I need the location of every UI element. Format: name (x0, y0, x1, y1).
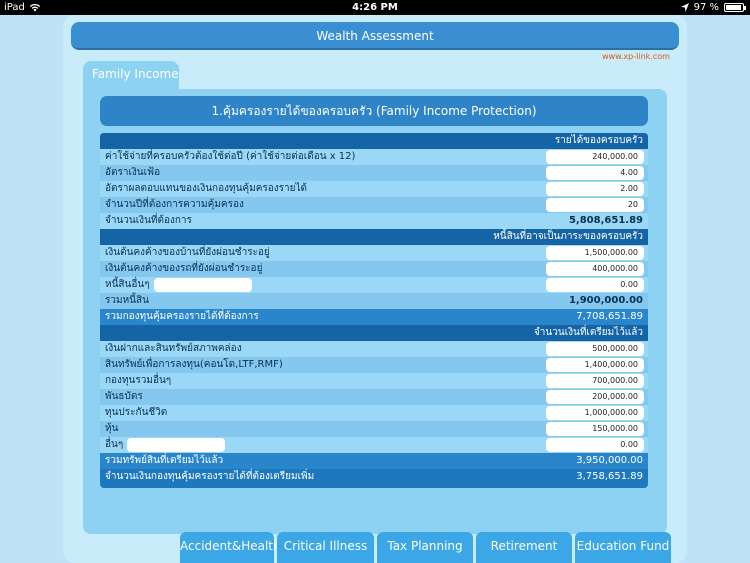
status-bar: iPad 4:26 PM 97 % (0, 0, 750, 15)
table-row: จำนวนปีที่ต้องการความคุ้มครอง 20 (100, 197, 648, 213)
house-loan-input[interactable]: 1,500,000.00 (546, 246, 644, 260)
table-row: สินทรัพย์เพื่อการลงทุน(คอนโด,LTF,RMF) 1,4… (100, 357, 648, 373)
site-link[interactable]: www.xp-link.com (602, 52, 670, 61)
row-label: กองทุนรวมอื่นๆ (105, 375, 172, 386)
row-label: หุ้น (105, 423, 119, 434)
row-label: อัตราผลตอบแทนของเงินกองทุนคุ้มครองรายได้ (105, 183, 308, 194)
investments-input[interactable]: 1,400,000.00 (546, 358, 644, 372)
total-fund-needed-amount: 7,708,651.89 (576, 311, 643, 322)
life-insurance-input[interactable]: 1,000,000.00 (546, 406, 644, 420)
years-input[interactable]: 20 (546, 198, 644, 212)
additional-needed-amount: 3,758,651.89 (576, 471, 643, 482)
section-header-prepared: จำนวนเงินที่เตรียมไว้แล้ว (100, 325, 648, 341)
status-time: 4:26 PM (352, 2, 398, 13)
total-debt-amount: 1,900,000.00 (568, 295, 643, 306)
table-row: จำนวนเงินกองทุนคุ้มครองรายได้ที่ต้องเตรี… (100, 469, 648, 485)
table-row: จำนวนเงินที่ต้องการ 5,808,651.89 (100, 213, 648, 229)
row-label: รวมกองทุนคุ้มครองรายได้ที่ต้องการ (105, 311, 259, 322)
table-row: หนี้สินอื่นๆ 0.00 (100, 277, 648, 293)
row-label: ทุนประกันชีวิต (105, 407, 168, 418)
inflation-input[interactable]: 4.00 (546, 166, 644, 180)
battery-percent: 97 % (693, 2, 719, 13)
other-debt-input[interactable]: 0.00 (546, 278, 644, 292)
other-debt-name-input[interactable] (153, 278, 252, 292)
row-label: ค่าใช้จ่ายที่ครอบครัวต้องใช้ต่อปี (ค่าใช… (105, 151, 356, 162)
app-title: Wealth Assessment (71, 22, 679, 50)
others-label: อื่นๆ (105, 439, 124, 450)
table-row: อัตราเงินเฟ้อ 4.00 (100, 165, 648, 181)
table-row: เงินต้นคงค้างของบ้านที่ยังผ่อนชำระอยู่ 1,… (100, 245, 648, 261)
other-funds-input[interactable]: 700,000.00 (546, 374, 644, 388)
section-title: รายได้ของครอบครัว (554, 135, 643, 146)
tab-family-income[interactable]: Family Income (83, 61, 179, 89)
row-label: อัตราเงินเฟ้อ (105, 167, 161, 178)
return-rate-input[interactable]: 2.00 (546, 182, 644, 196)
table-row: กองทุนรวมอื่นๆ 700,000.00 (100, 373, 648, 389)
tab-tax-planning[interactable]: Tax Planning (377, 532, 473, 563)
row-label: เงินฝากและสินทรัพย์สภาพคล่อง (105, 343, 242, 354)
tab-accident-health[interactable]: Accident&Health (180, 532, 281, 563)
section-title: หนี้สินที่อาจเป็นภาระของครอบครัว (493, 231, 643, 242)
annual-expense-input[interactable]: 240,000.00 (546, 150, 644, 164)
table-row: รวมหนี้สิน 1,900,000.00 (100, 293, 648, 309)
table-row: ค่าใช้จ่ายที่ครอบครัวต้องใช้ต่อปี (ค่าใช… (100, 149, 648, 165)
table-row: รวมทรัพย์สินที่เตรียมไว้แล้ว 3,950,000.00 (100, 453, 648, 469)
row-label: สินทรัพย์เพื่อการลงทุน(คอนโด,LTF,RMF) (105, 359, 283, 370)
battery-icon (724, 3, 746, 12)
tab-education-fund[interactable]: Education Fund (575, 532, 671, 563)
row-label: พันธบัตร (105, 391, 143, 402)
total-assets-amount: 3,950,000.00 (576, 455, 643, 466)
deposits-input[interactable]: 500,000.00 (546, 342, 644, 356)
status-right: 97 % (680, 1, 746, 14)
table-row: เงินฝากและสินทรัพย์สภาพคล่อง 500,000.00 (100, 341, 648, 357)
location-arrow-icon (680, 3, 689, 12)
tab-retirement-fund[interactable]: Retirement Fund (476, 532, 572, 563)
income-protection-table: รายได้ของครอบครัว ค่าใช้จ่ายที่ครอบครัวต… (100, 133, 648, 488)
table-row: ทุนประกันชีวิต 1,000,000.00 (100, 405, 648, 421)
table-row: พันธบัตร 200,000.00 (100, 389, 648, 405)
table-row: รวมกองทุนคุ้มครองรายได้ที่ต้องการ 7,708,6… (100, 309, 648, 325)
row-label: จำนวนปีที่ต้องการความคุ้มครอง (105, 199, 244, 210)
row-label: จำนวนเงินที่ต้องการ (105, 215, 192, 226)
row-label: เงินต้นคงค้างของบ้านที่ยังผ่อนชำระอยู่ (105, 247, 270, 258)
row-label: หนี้สินอื่นๆ (105, 277, 252, 293)
bottom-tab-bar: Accident&Health Critical Illness Tax Pla… (180, 532, 671, 563)
tab-critical-illness[interactable]: Critical Illness (277, 532, 374, 563)
row-label: รวมทรัพย์สินที่เตรียมไว้แล้ว (105, 455, 224, 466)
section-title: จำนวนเงินที่เตรียมไว้แล้ว (533, 327, 643, 338)
bonds-input[interactable]: 200,000.00 (546, 390, 644, 404)
table-row: เงินต้นคงค้างของรถที่ยังผ่อนชำระอยู่ 400,… (100, 261, 648, 277)
row-label: เงินต้นคงค้างของรถที่ยังผ่อนชำระอยู่ (105, 263, 263, 274)
row-label: รวมหนี้สิน (105, 295, 149, 306)
row-label: จำนวนเงินกองทุนคุ้มครองรายได้ที่ต้องเตรี… (105, 471, 315, 482)
table-row: อัตราผลตอบแทนของเงินกองทุนคุ้มครองรายได้… (100, 181, 648, 197)
section-header-income: รายได้ของครอบครัว (100, 133, 648, 149)
section-header-debt: หนี้สินที่อาจเป็นภาระของครอบครัว (100, 229, 648, 245)
others-name-input[interactable] (127, 438, 226, 452)
table-row: อื่นๆ 0.00 (100, 437, 648, 453)
table-row: หุ้น 150,000.00 (100, 421, 648, 437)
others-input[interactable]: 0.00 (546, 438, 644, 452)
stocks-input[interactable]: 150,000.00 (546, 422, 644, 436)
other-debt-label: หนี้สินอื่นๆ (105, 279, 150, 290)
needed-amount: 5,808,651.89 (568, 215, 643, 226)
row-label: อื่นๆ (105, 437, 226, 453)
car-loan-input[interactable]: 400,000.00 (546, 262, 644, 276)
card-title: 1.คุ้มครองรายได้ของครอบครัว (Family Inco… (100, 96, 648, 126)
